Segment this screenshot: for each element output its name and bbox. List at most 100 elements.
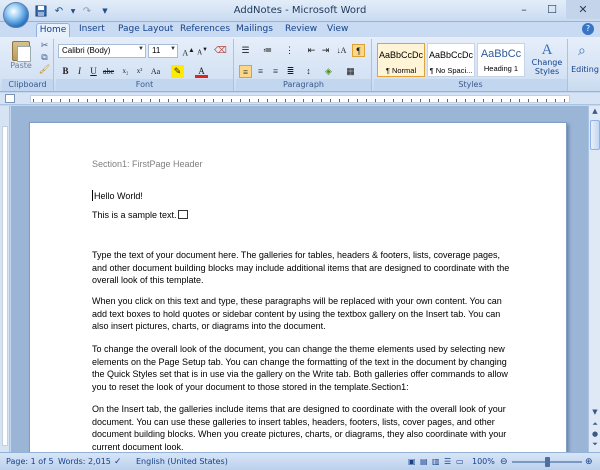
document-page[interactable]: Section1: FirstPage Header Hello World! … [29,122,567,462]
align-right-icon[interactable]: ≡ [269,65,282,78]
align-left-icon[interactable]: ≡ [239,65,252,78]
ruler-scale [30,95,570,103]
paste-button[interactable]: Paste [6,41,36,77]
style-heading-1[interactable]: AaBbCc Heading 1 [477,43,525,77]
tab-page-layout[interactable]: Page Layout [118,23,173,37]
help-icon[interactable]: ? [582,23,594,35]
clipboard-group: Paste ✂ ⧉ 🖌 Clipboard [2,39,54,91]
status-bar: Page: 1 of 5 Words: 2,015 ✓ English (Uni… [0,452,600,470]
full-screen-icon[interactable]: ▤ [420,457,428,466]
show-marks-icon[interactable]: ¶ [352,44,365,57]
styles-group: AaBbCcDc ¶ Normal AaBbCcDc ¶ No Spaci...… [374,39,568,91]
print-layout-icon[interactable]: ▣ [408,457,416,466]
bold-icon[interactable]: B [59,65,72,78]
style-name: ¶ Normal [385,66,417,75]
ruler-ticks [33,99,567,102]
maximize-button[interactable]: ☐ [538,0,566,19]
font-name-combo[interactable]: Calibri (Body) ▼ [58,44,146,58]
next-page-icon[interactable]: ⏷ [589,440,600,451]
proofing-icon[interactable]: ✓ [114,457,122,467]
scroll-thumb[interactable] [590,120,600,150]
font-size-value: 11 [152,46,161,55]
minimize-button[interactable]: – [510,0,538,19]
document-paragraph[interactable]: On the Insert tab, the galleries include… [92,403,512,454]
tab-review[interactable]: Review [285,23,317,37]
note-anchor-icon[interactable] [177,210,188,219]
close-button[interactable]: ✕ [566,0,600,19]
increase-indent-icon[interactable]: ⇥ [319,44,332,57]
vertical-scrollbar[interactable]: ▲ ▼ ⏶ ● ⏷ [588,106,600,452]
zoom-slider-thumb[interactable] [545,457,550,467]
scroll-up-icon[interactable]: ▲ [589,107,600,118]
numbering-icon[interactable]: ≔ [261,44,274,57]
web-layout-icon[interactable]: ▥ [432,457,440,466]
subscript-icon[interactable]: x₂ [119,65,132,78]
line-text: Hello World! [94,191,143,201]
font-group-label: Font [56,79,233,91]
word-count[interactable]: Words: 2,015 [58,457,111,466]
highlight-icon[interactable]: ✎ [171,65,184,78]
paragraph-group: ☰ ≔ ⋮ ⇤ ⇥ ↓A ¶ ≡ ≡ ≡ ≣ ↕ ◈ ▦ Paragraph [236,39,372,91]
zoom-out-icon[interactable]: ⊖ [500,457,508,467]
outline-icon[interactable]: ☰ [444,457,451,466]
style-normal[interactable]: AaBbCcDc ¶ Normal [377,43,425,77]
editing-group[interactable]: ⌕ Editing [570,39,600,91]
style-preview: AaBbCcDc [428,50,473,60]
change-case-icon[interactable]: Aa [149,65,162,78]
document-paragraph[interactable]: Type the text of your document here. The… [92,249,512,287]
document-paragraph[interactable]: When you click on this text and type, th… [92,295,512,333]
styles-group-label: Styles [374,79,567,91]
change-styles-button[interactable]: A Change Styles [527,42,567,80]
strikethrough-icon[interactable]: abc [102,65,115,78]
style-no-spacing[interactable]: AaBbCcDc ¶ No Spaci... [427,43,475,77]
vertical-ruler[interactable] [0,106,10,452]
multilevel-list-icon[interactable]: ⋮ [283,44,296,57]
format-painter-icon[interactable]: 🖌 [38,65,51,77]
document-paragraph[interactable]: To change the overall look of the docume… [92,343,512,394]
grow-font-icon[interactable]: A▲ [182,44,195,58]
tab-references[interactable]: References [180,23,230,37]
page-count[interactable]: Page: 1 of 5 [6,457,54,466]
shading-icon[interactable]: ◈ [322,65,335,78]
tab-insert[interactable]: Insert [79,23,105,37]
font-color-icon[interactable]: A [195,65,208,78]
window-controls: – ☐ ✕ [510,0,600,19]
sort-icon[interactable]: ↓A [335,44,348,57]
shrink-font-icon[interactable]: A▼ [196,44,209,57]
tab-selector-icon[interactable] [5,94,15,103]
underline-icon[interactable]: U [87,65,100,78]
font-size-combo[interactable]: 11 ▼ [148,44,178,58]
style-preview: AaBbCc [480,48,522,60]
copy-icon[interactable]: ⧉ [38,53,51,65]
draft-icon[interactable]: ▭ [456,457,464,466]
zoom-level[interactable]: 100% [472,457,495,466]
line-spacing-icon[interactable]: ↕ [302,65,315,78]
document-line[interactable]: This is a sample text. [92,209,512,222]
horizontal-ruler[interactable] [0,93,600,105]
align-center-icon[interactable]: ≡ [254,65,267,78]
font-group: Calibri (Body) ▼ 11 ▼ A▲ A▼ ⌫ B I U abc … [56,39,234,91]
clipboard-group-label: Clipboard [2,79,53,91]
cut-icon[interactable]: ✂ [38,41,51,53]
ribbon: Paste ✂ ⧉ 🖌 Clipboard Calibri (Body) ▼ 1… [0,37,600,92]
borders-icon[interactable]: ▦ [344,65,357,78]
scroll-down-icon[interactable]: ▼ [589,408,600,419]
tab-mailings[interactable]: Mailings [236,23,273,37]
language[interactable]: English (United States) [136,457,228,466]
document-line[interactable]: Hello World! [92,190,512,203]
tab-home[interactable]: Home [36,23,70,37]
decrease-indent-icon[interactable]: ⇤ [305,44,318,57]
superscript-icon[interactable]: x² [133,65,146,78]
office-button[interactable] [3,2,29,28]
tab-view[interactable]: View [327,23,348,37]
zoom-in-icon[interactable]: ⊕ [585,457,593,467]
document-canvas: Section1: FirstPage Header Hello World! … [11,106,588,462]
clear-format-icon[interactable]: ⌫ [214,44,227,57]
font-name-value: Calibri (Body) [62,46,111,55]
italic-icon[interactable]: I [73,65,86,78]
binoculars-icon: ⌕ [578,43,586,59]
style-name: Heading 1 [483,64,519,73]
justify-icon[interactable]: ≣ [284,65,297,78]
clipboard-icon [12,41,31,62]
bullets-icon[interactable]: ☰ [239,44,252,57]
